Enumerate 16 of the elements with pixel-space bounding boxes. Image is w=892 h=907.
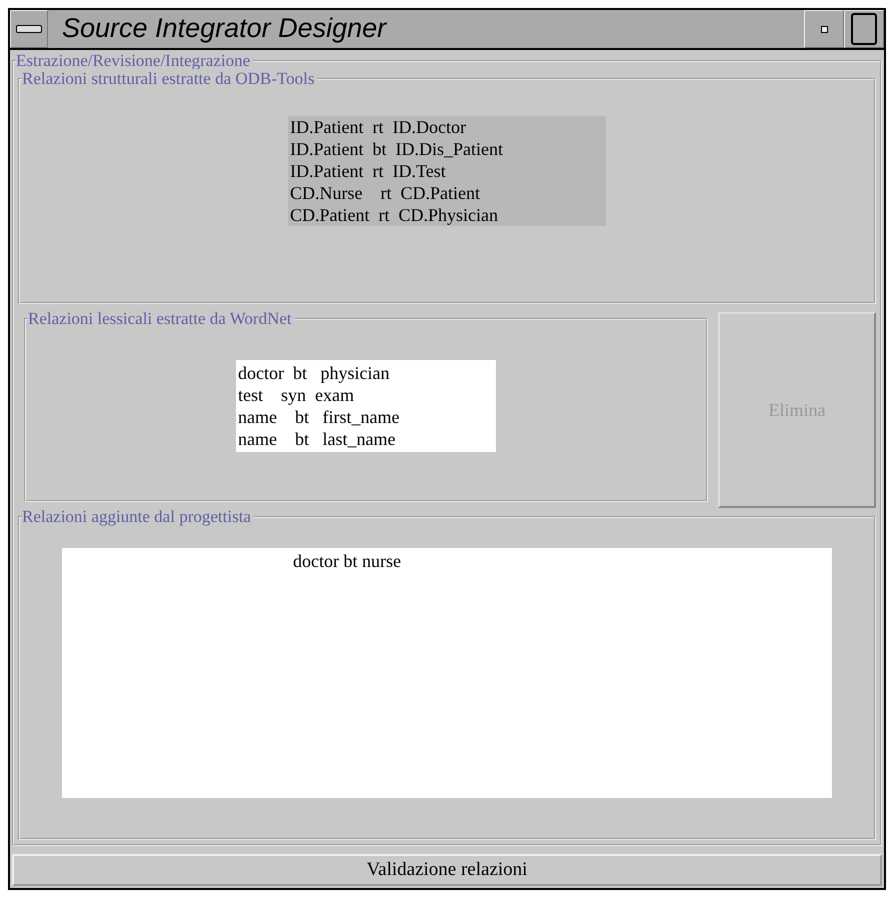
menu-icon xyxy=(16,25,42,33)
maximize-icon xyxy=(851,13,877,45)
list-row[interactable]: doctor bt nurse xyxy=(62,550,632,572)
group-title: Relazioni aggiunte dal progettista xyxy=(22,507,254,527)
list-row[interactable]: doctor bt physician xyxy=(238,362,494,384)
list-row[interactable]: test syn exam xyxy=(238,384,494,406)
validate-button[interactable]: Validazione relazioni xyxy=(12,854,882,886)
relation-list[interactable]: doctor bt nurse xyxy=(62,548,832,798)
maximize-button[interactable] xyxy=(844,10,884,48)
relation-list[interactable]: doctor bt physician test syn exam name bt first_name name bt last_name xyxy=(236,360,496,452)
window-menu-button[interactable] xyxy=(10,10,48,48)
minimize-icon xyxy=(820,26,828,32)
list-row[interactable]: name bt first_name xyxy=(238,406,494,428)
list-row[interactable]: name bt last_name xyxy=(238,428,494,450)
minimize-button[interactable] xyxy=(804,10,844,48)
window-title: Source Integrator Designer xyxy=(61,12,388,45)
